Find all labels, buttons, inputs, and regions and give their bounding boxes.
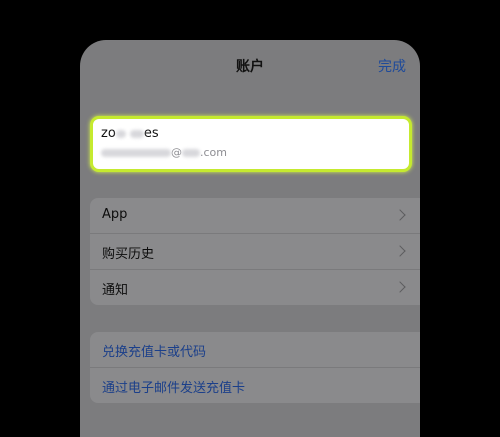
redeem-gift-card-label: 兑换充值卡或代码: [102, 345, 207, 360]
page-title: 账户: [236, 59, 264, 75]
gift-card-group: 兑换充值卡或代码 通过电子邮件发送充值卡: [90, 332, 420, 403]
menu-item-label: 通知: [102, 283, 129, 298]
account-email: @ .com: [101, 146, 227, 159]
account-name-prefix: zo: [101, 126, 116, 141]
redacted-mark: [182, 149, 200, 157]
account-name-suffix: es: [143, 126, 159, 141]
chevron-right-icon: [394, 245, 406, 257]
redacted-mark: [129, 129, 144, 138]
email-at: @: [171, 146, 182, 159]
redacted-mark: [101, 149, 171, 157]
chevron-right-icon: [394, 281, 406, 293]
send-gift-card-label: 通过电子邮件发送充值卡: [102, 381, 246, 396]
redacted-mark: [115, 129, 126, 138]
menu-item-purchase-history[interactable]: 购买历史: [90, 234, 420, 270]
account-menu-group: App 购买历史 通知: [90, 198, 420, 305]
navigation-bar: 账户 完成: [80, 40, 420, 90]
email-tld: .com: [200, 146, 227, 159]
menu-item-label: App: [102, 207, 128, 222]
done-button[interactable]: 完成: [378, 56, 406, 76]
account-sheet: 账户 完成 zo es @ .com App 购买历史 通知 兑换充值卡或代码 通…: [80, 40, 420, 437]
send-gift-card-by-email-link[interactable]: 通过电子邮件发送充值卡: [90, 368, 420, 403]
menu-item-app[interactable]: App: [90, 198, 420, 234]
account-name: zo es: [101, 126, 159, 141]
redeem-gift-card-link[interactable]: 兑换充值卡或代码: [90, 332, 420, 368]
account-profile-card[interactable]: zo es @ .com: [90, 116, 412, 172]
menu-item-notifications[interactable]: 通知: [90, 270, 420, 305]
menu-item-label: 购买历史: [102, 247, 155, 262]
chevron-right-icon: [394, 209, 406, 221]
